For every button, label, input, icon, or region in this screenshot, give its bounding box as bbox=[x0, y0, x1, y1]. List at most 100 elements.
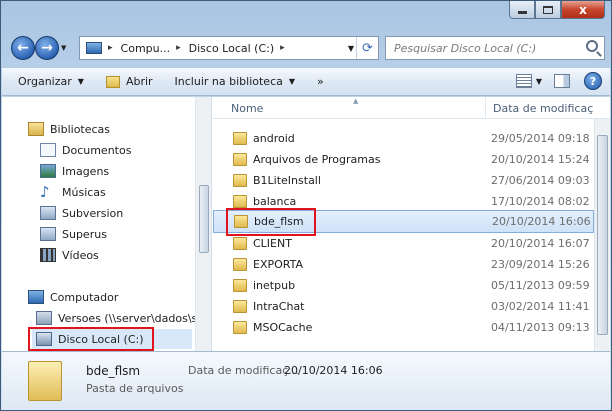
sidebar-item-subversion[interactable]: Subversion bbox=[40, 203, 123, 223]
preview-pane-icon[interactable] bbox=[554, 74, 570, 88]
refresh-button[interactable]: ⟳ bbox=[356, 37, 378, 59]
scrollbar-thumb[interactable] bbox=[597, 135, 608, 335]
sidebar-item-label: Versoes (\\server\dados\s bbox=[58, 311, 198, 325]
folder-icon bbox=[233, 195, 247, 208]
file-name: inetpub bbox=[253, 279, 296, 292]
column-divider[interactable] bbox=[485, 97, 486, 119]
table-row[interactable]: B1LiteInstall 27/06/2014 09:03 bbox=[213, 170, 594, 191]
column-header-name[interactable]: Nome bbox=[231, 102, 263, 115]
change-view-icon[interactable] bbox=[515, 74, 532, 88]
maximize-icon bbox=[543, 5, 553, 14]
organize-button[interactable]: Organizar ▼ bbox=[12, 71, 90, 93]
folder-icon bbox=[233, 153, 247, 166]
organize-label: Organizar bbox=[18, 75, 72, 88]
minimize-button[interactable] bbox=[509, 1, 535, 19]
open-folder-icon bbox=[105, 75, 120, 88]
breadcrumb-separator-icon[interactable]: ▸ bbox=[280, 43, 285, 53]
table-row[interactable]: EXPORTA 23/09/2014 15:26 bbox=[213, 254, 594, 275]
file-date: 17/10/2014 08:02 bbox=[491, 195, 590, 208]
sidebar-item-superus[interactable]: Superus bbox=[40, 224, 107, 244]
file-date: 03/02/2014 11:41 bbox=[491, 300, 590, 313]
details-date-value: 20/10/2014 16:06 bbox=[284, 364, 383, 377]
recent-pages-dropdown-icon[interactable]: ▼ bbox=[61, 44, 66, 52]
close-button[interactable]: x bbox=[561, 1, 605, 19]
sidebar-item-label: Subversion bbox=[62, 206, 124, 220]
sidebar-item-computer[interactable]: Computador bbox=[28, 287, 118, 307]
back-button[interactable]: ← bbox=[11, 36, 35, 60]
sidebar-item-label: Vídeos bbox=[62, 248, 99, 262]
file-name: B1LiteInstall bbox=[253, 174, 321, 187]
videos-icon bbox=[40, 248, 56, 262]
table-row[interactable]: android 29/05/2014 09:18 bbox=[213, 128, 594, 149]
library-folder-icon bbox=[40, 227, 56, 241]
file-name: EXPORTA bbox=[253, 258, 304, 271]
view-options-dropdown-icon[interactable]: ▼ bbox=[536, 77, 542, 86]
open-label: Abrir bbox=[125, 75, 153, 88]
file-date: 29/05/2014 09:18 bbox=[491, 132, 590, 145]
sidebar-item-label: Superus bbox=[62, 227, 107, 241]
file-date: 20/10/2014 16:07 bbox=[491, 237, 590, 250]
address-bar[interactable]: ▸ Compu... ▸ Disco Local (C:) ▸ ▼ ⟳ bbox=[79, 36, 379, 60]
open-button[interactable]: Abrir bbox=[100, 71, 159, 93]
sort-ascending-icon: ▲ bbox=[353, 97, 359, 105]
close-icon: x bbox=[579, 2, 587, 17]
chevron-down-icon: ▼ bbox=[288, 77, 296, 86]
sidebar-item-libraries[interactable]: Bibliotecas bbox=[28, 119, 110, 139]
search-icon[interactable] bbox=[586, 40, 598, 52]
details-item-name: bde_flsm bbox=[86, 364, 141, 378]
scrollbar-thumb[interactable] bbox=[199, 185, 209, 253]
table-row[interactable]: IntraChat 03/02/2014 11:41 bbox=[213, 296, 594, 317]
sidebar-item-label: Documentos bbox=[62, 143, 132, 157]
network-drive-icon bbox=[36, 311, 52, 325]
sidebar-item-documents[interactable]: Documentos bbox=[40, 140, 131, 160]
folder-icon bbox=[28, 361, 62, 401]
sidebar-item-videos[interactable]: Vídeos bbox=[40, 245, 99, 265]
column-header-date-modified[interactable]: Data de modificaç bbox=[493, 102, 593, 115]
file-name: Arquivos de Programas bbox=[253, 153, 381, 166]
address-dropdown-icon[interactable]: ▼ bbox=[348, 44, 354, 53]
breadcrumb-separator-icon[interactable]: ▸ bbox=[176, 43, 181, 53]
maximize-button[interactable] bbox=[535, 1, 561, 19]
sidebar-item-images[interactable]: Imagens bbox=[40, 161, 109, 181]
more-label: » bbox=[317, 75, 324, 88]
sidebar-item-music[interactable]: Músicas bbox=[40, 182, 106, 202]
sidebar-item-network-drive[interactable]: Versoes (\\server\dados\s bbox=[36, 308, 197, 328]
include-in-library-button[interactable]: Incluir na biblioteca ▼ bbox=[169, 71, 301, 93]
table-row[interactable]: MSOCache 04/11/2013 09:13 bbox=[213, 317, 594, 338]
computer-icon bbox=[28, 290, 44, 304]
breadcrumb-computer[interactable]: Compu... bbox=[121, 42, 171, 55]
file-list-scrollbar[interactable] bbox=[594, 119, 610, 351]
command-bar: Organizar ▼ Abrir Incluir na biblioteca … bbox=[2, 67, 610, 96]
more-commands-button[interactable]: » bbox=[311, 71, 330, 93]
forward-arrow-icon: → bbox=[41, 40, 53, 56]
libraries-icon bbox=[28, 122, 44, 136]
search-input[interactable] bbox=[394, 41, 574, 55]
table-row[interactable]: inetpub 05/11/2013 09:59 bbox=[213, 275, 594, 296]
forward-button[interactable]: → bbox=[35, 36, 59, 60]
table-row[interactable]: CLIENT 20/10/2014 16:07 bbox=[213, 233, 594, 254]
search-box[interactable] bbox=[385, 36, 605, 60]
computer-icon bbox=[86, 42, 102, 54]
folder-icon bbox=[233, 258, 247, 271]
file-name: IntraChat bbox=[253, 300, 305, 313]
toolbar-right: ▼ ? bbox=[515, 72, 602, 90]
folder-icon bbox=[233, 132, 247, 145]
library-folder-icon bbox=[40, 206, 56, 220]
file-date: 23/09/2014 15:26 bbox=[491, 258, 590, 271]
file-date: 05/11/2013 09:59 bbox=[491, 279, 590, 292]
table-row[interactable]: Arquivos de Programas 20/10/2014 15:24 bbox=[213, 149, 594, 170]
navigation-pane: Bibliotecas Documentos Imagens Músicas S… bbox=[2, 97, 212, 351]
breadcrumb-separator-icon[interactable]: ▸ bbox=[108, 43, 113, 53]
help-icon[interactable]: ? bbox=[584, 72, 602, 90]
include-label: Incluir na biblioteca bbox=[174, 75, 283, 88]
navigation-scrollbar[interactable] bbox=[195, 97, 211, 351]
breadcrumb-local-disk[interactable]: Disco Local (C:) bbox=[189, 42, 275, 55]
file-date: 27/06/2014 09:03 bbox=[491, 174, 590, 187]
file-name: CLIENT bbox=[253, 237, 292, 250]
documents-icon bbox=[40, 143, 56, 157]
back-arrow-icon: ← bbox=[17, 40, 29, 56]
details-item-type: Pasta de arquivos bbox=[86, 382, 184, 395]
sidebar-item-label: Computador bbox=[50, 290, 119, 304]
folder-icon bbox=[233, 174, 247, 187]
file-name: balanca bbox=[253, 195, 297, 208]
